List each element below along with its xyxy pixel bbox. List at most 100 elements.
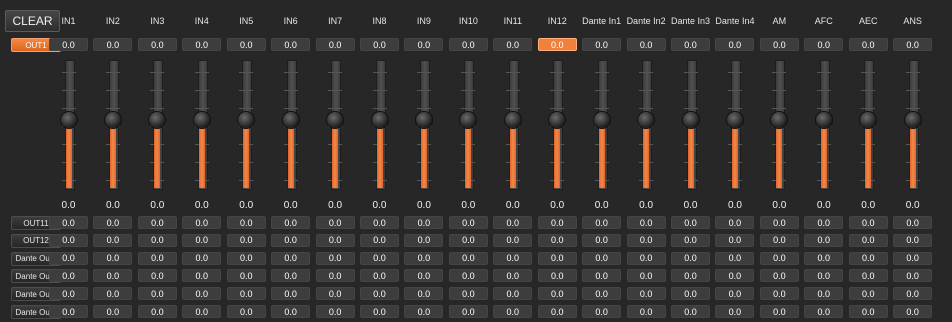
- gain-fader-in8[interactable]: [370, 60, 390, 192]
- gain-value-field[interactable]: 0.0: [582, 216, 622, 229]
- gain-value-field[interactable]: 0.0: [537, 269, 577, 283]
- gain-value-field[interactable]: 0.0: [271, 305, 311, 318]
- gain-value-field[interactable]: 0.0: [271, 287, 311, 301]
- gain-value-field[interactable]: 0.0: [93, 216, 133, 229]
- gain-value-field[interactable]: 0.0: [448, 269, 488, 283]
- gain-value-field[interactable]: 0.0: [804, 305, 844, 318]
- fader-knob[interactable]: [104, 112, 121, 128]
- gain-value-field[interactable]: 0.0: [759, 233, 799, 247]
- gain-value-field[interactable]: 0.0: [848, 269, 888, 283]
- gain-value-field[interactable]: 0.0: [759, 251, 799, 265]
- gain-fader-in7[interactable]: [325, 60, 345, 192]
- gain-value-field[interactable]: 0.0: [582, 233, 622, 247]
- gain-value-field[interactable]: 0.0: [271, 38, 311, 51]
- gain-value-field[interactable]: 0.0: [404, 305, 444, 318]
- gain-value-field[interactable]: 0.0: [626, 38, 666, 51]
- gain-value-field[interactable]: 0.0: [671, 38, 711, 51]
- gain-value-field[interactable]: 0.0: [582, 269, 622, 283]
- gain-value-field[interactable]: 0.0: [715, 287, 755, 301]
- gain-value-field[interactable]: 0.0: [582, 305, 622, 318]
- fader-knob[interactable]: [638, 112, 655, 128]
- gain-value-field[interactable]: 0.0: [715, 216, 755, 229]
- gain-value-field[interactable]: 0.0: [848, 233, 888, 247]
- gain-value-field[interactable]: 0.0: [271, 251, 311, 265]
- gain-value-field[interactable]: 0.0: [93, 251, 133, 265]
- gain-value-field[interactable]: 0.0: [759, 269, 799, 283]
- fader-knob[interactable]: [371, 112, 388, 128]
- gain-value-field[interactable]: 0.0: [226, 216, 266, 229]
- gain-value-field[interactable]: 0.0: [404, 233, 444, 247]
- gain-value-field[interactable]: 0.0: [715, 38, 755, 51]
- gain-value-field[interactable]: 0.0: [759, 216, 799, 229]
- gain-value-field[interactable]: 0.0: [626, 233, 666, 247]
- gain-value-field[interactable]: 0.0: [182, 233, 222, 247]
- fader-knob[interactable]: [60, 112, 77, 128]
- gain-value-field[interactable]: 0.0: [226, 38, 266, 51]
- gain-value-field[interactable]: 0.0: [848, 216, 888, 229]
- gain-value-field[interactable]: 0.0: [493, 38, 533, 51]
- gain-value-field[interactable]: 0.0: [360, 287, 399, 301]
- gain-fader-in6[interactable]: [281, 60, 301, 192]
- gain-value-field[interactable]: 0.0: [182, 305, 222, 318]
- gain-value-field[interactable]: 0.0: [448, 233, 488, 247]
- gain-fader-ans[interactable]: [903, 60, 923, 192]
- gain-value-field[interactable]: 0.0: [404, 269, 444, 283]
- gain-fader-in2[interactable]: [103, 60, 123, 192]
- gain-value-field[interactable]: 0.0: [271, 269, 311, 283]
- gain-value-field[interactable]: 0.0: [93, 269, 133, 283]
- fader-knob[interactable]: [904, 112, 921, 128]
- gain-value-field[interactable]: 0.0: [671, 305, 711, 318]
- gain-value-field[interactable]: 0.0: [360, 38, 399, 51]
- gain-value-field[interactable]: 0.0: [182, 269, 222, 283]
- gain-fader-am[interactable]: [769, 60, 789, 192]
- fader-knob[interactable]: [415, 112, 432, 128]
- gain-value-field[interactable]: 0.0: [893, 251, 933, 265]
- gain-value-field[interactable]: 0.0: [893, 233, 933, 247]
- gain-value-field[interactable]: 0.0: [226, 287, 266, 301]
- gain-fader-in1[interactable]: [59, 60, 79, 192]
- gain-value-field[interactable]: 0.0: [804, 287, 844, 301]
- gain-fader-dante-in3[interactable]: [681, 60, 701, 192]
- gain-value-field[interactable]: 0.0: [537, 38, 577, 51]
- gain-value-field[interactable]: 0.0: [315, 216, 355, 229]
- fader-knob[interactable]: [593, 112, 610, 128]
- gain-value-field[interactable]: 0.0: [537, 305, 577, 318]
- gain-value-field[interactable]: 0.0: [404, 216, 444, 229]
- gain-value-field[interactable]: 0.0: [404, 251, 444, 265]
- gain-value-field[interactable]: 0.0: [804, 251, 844, 265]
- gain-value-field[interactable]: 0.0: [49, 269, 88, 283]
- gain-value-field[interactable]: 0.0: [537, 287, 577, 301]
- gain-value-field[interactable]: 0.0: [493, 216, 533, 229]
- gain-value-field[interactable]: 0.0: [182, 216, 222, 229]
- gain-value-field[interactable]: 0.0: [315, 287, 355, 301]
- gain-fader-in12[interactable]: [547, 60, 567, 192]
- gain-value-field[interactable]: 0.0: [671, 233, 711, 247]
- gain-fader-dante-in1[interactable]: [592, 60, 612, 192]
- gain-value-field[interactable]: 0.0: [493, 305, 533, 318]
- fader-knob[interactable]: [193, 112, 210, 128]
- gain-value-field[interactable]: 0.0: [893, 287, 933, 301]
- fader-knob[interactable]: [815, 112, 832, 128]
- gain-value-field[interactable]: 0.0: [182, 287, 222, 301]
- gain-value-field[interactable]: 0.0: [448, 38, 488, 51]
- gain-value-field[interactable]: 0.0: [715, 251, 755, 265]
- fader-knob[interactable]: [726, 112, 743, 128]
- gain-fader-dante-in4[interactable]: [725, 60, 745, 192]
- gain-value-field[interactable]: 0.0: [493, 269, 533, 283]
- gain-value-field[interactable]: 0.0: [715, 233, 755, 247]
- gain-value-field[interactable]: 0.0: [715, 305, 755, 318]
- gain-value-field[interactable]: 0.0: [49, 287, 88, 301]
- gain-value-field[interactable]: 0.0: [626, 269, 666, 283]
- gain-value-field[interactable]: 0.0: [226, 305, 266, 318]
- gain-value-field[interactable]: 0.0: [226, 251, 266, 265]
- gain-value-field[interactable]: 0.0: [315, 305, 355, 318]
- gain-value-field[interactable]: 0.0: [493, 251, 533, 265]
- gain-value-field[interactable]: 0.0: [448, 287, 488, 301]
- fader-knob[interactable]: [682, 112, 699, 128]
- gain-value-field[interactable]: 0.0: [271, 233, 311, 247]
- gain-value-field[interactable]: 0.0: [137, 251, 177, 265]
- gain-value-field[interactable]: 0.0: [537, 216, 577, 229]
- gain-fader-in11[interactable]: [503, 60, 523, 192]
- gain-value-field[interactable]: 0.0: [582, 251, 622, 265]
- gain-value-field[interactable]: 0.0: [626, 216, 666, 229]
